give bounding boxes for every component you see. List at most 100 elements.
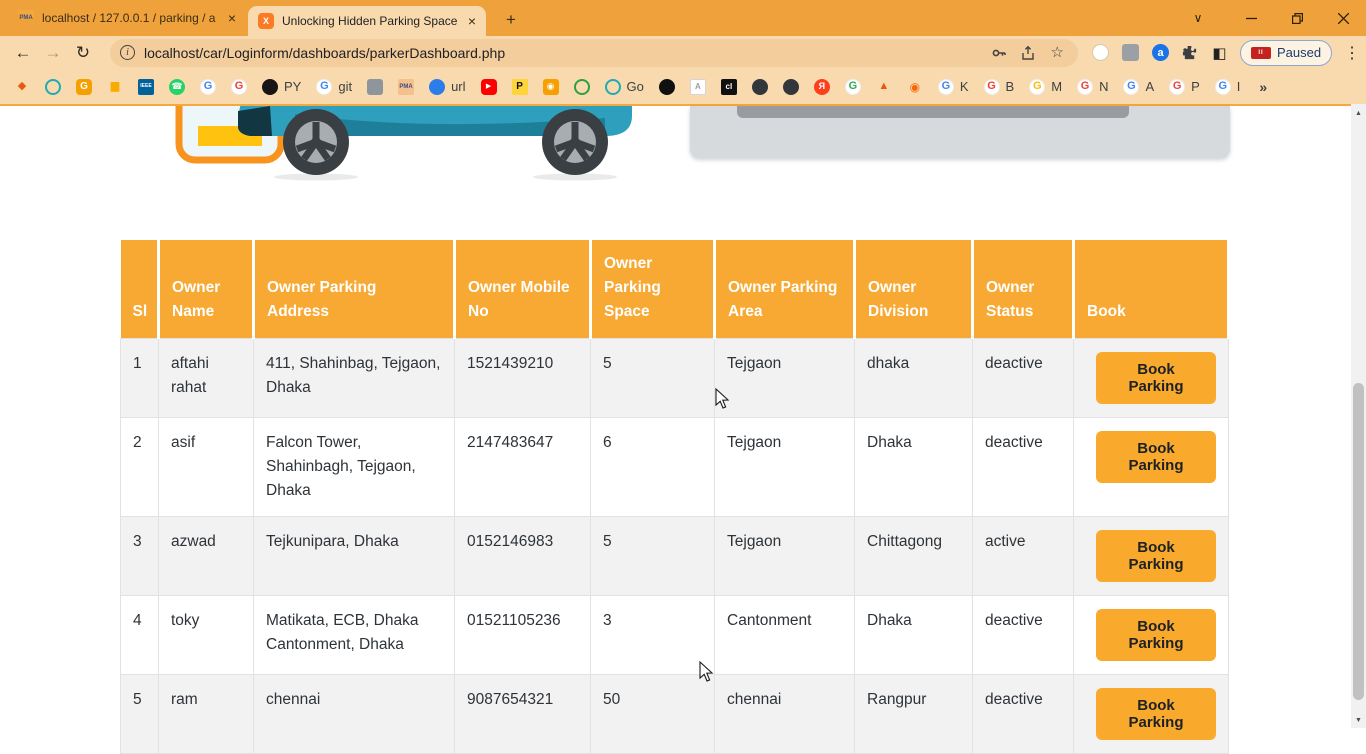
bookmark-item[interactable]: ◉	[543, 79, 559, 95]
back-icon[interactable]: ←	[8, 39, 38, 67]
tab-parking-dashboard[interactable]: X Unlocking Hidden Parking Space ×	[248, 6, 486, 36]
bookmark-favicon-icon: ◆	[14, 79, 30, 95]
forward-icon[interactable]: →	[38, 39, 68, 67]
bookmark-star-icon[interactable]: ☆	[1051, 45, 1064, 60]
book-parking-button[interactable]: Book Parking	[1096, 688, 1216, 740]
cell-status: deactive	[973, 418, 1074, 517]
extension-icon[interactable]	[1092, 44, 1109, 61]
scroll-down-icon[interactable]: ▼	[1351, 713, 1366, 728]
bookmark-item[interactable]: G M	[1029, 79, 1062, 95]
phpmyadmin-favicon-icon: PMA	[18, 10, 34, 26]
bookmark-item[interactable]: G	[76, 79, 92, 95]
page-scrollbar[interactable]: ▲ ▼	[1351, 104, 1366, 728]
reading-mode-icon[interactable]: ◧	[1211, 44, 1228, 61]
bookmark-item[interactable]: ☎	[169, 79, 185, 95]
bookmark-favicon-icon: G	[316, 79, 332, 95]
bookmark-item[interactable]: P	[512, 79, 528, 95]
cell-parking-address: chennai	[254, 675, 455, 754]
reload-icon[interactable]: ↻	[68, 39, 98, 67]
close-window-button[interactable]	[1320, 0, 1366, 36]
url-text[interactable]: localhost/car/Loginform/dashboards/parke…	[144, 45, 991, 61]
chrome-menu-kebab-icon[interactable]: ⋮	[1342, 43, 1362, 63]
cell-mobile-no: 0152146983	[455, 517, 591, 596]
bookmark-item[interactable]: cl	[721, 79, 737, 95]
bookmark-item[interactable]: G I	[1215, 79, 1241, 95]
cell-parking-address: 411, Shahinbag, Tejgaon, Dhaka	[254, 339, 455, 418]
site-info-icon[interactable]: i	[120, 45, 135, 60]
bookmark-item[interactable]: G	[200, 79, 216, 95]
tab-phpmyadmin[interactable]: PMA localhost / 127.0.0.1 / parking / a …	[8, 0, 246, 36]
bookmark-item[interactable]: ◉	[907, 79, 923, 95]
paused-extension-icon: II	[1251, 47, 1271, 59]
bookmark-favicon-icon: P	[512, 79, 528, 95]
book-parking-button[interactable]: Book Parking	[1096, 431, 1216, 483]
column-header: Book	[1074, 240, 1229, 339]
bookmark-item[interactable]: G A	[1123, 79, 1154, 95]
bookmark-item[interactable]: PMA	[398, 79, 414, 95]
bookmark-item[interactable]	[752, 79, 768, 95]
bookmark-item[interactable]: Go	[605, 79, 644, 95]
bookmark-favicon-icon	[659, 79, 675, 95]
cell-parking-address: Falcon Tower, Shahinbagh, Tejgaon, Dhaka	[254, 418, 455, 517]
bookmark-item[interactable]: G	[845, 79, 861, 95]
new-tab-button[interactable]: +	[498, 7, 524, 33]
cell-mobile-no: 1521439210	[455, 339, 591, 418]
bookmark-item[interactable]: G N	[1077, 79, 1108, 95]
bookmark-item[interactable]: G	[231, 79, 247, 95]
tab-close-icon[interactable]: ×	[228, 10, 236, 26]
tab-search-chevron-icon[interactable]: ∨	[1178, 0, 1218, 36]
cell-parking-area: chennai	[715, 675, 855, 754]
bookmark-item[interactable]: G P	[1169, 79, 1200, 95]
browser-titlebar: PMA localhost / 127.0.0.1 / parking / a …	[0, 0, 1366, 36]
bookmark-item[interactable]	[783, 79, 799, 95]
bookmark-item[interactable]: G git	[316, 79, 352, 95]
bookmark-favicon-icon: ◉	[543, 79, 559, 95]
share-icon[interactable]	[1021, 45, 1037, 61]
bookmark-label: P	[1191, 79, 1200, 94]
book-parking-button[interactable]: Book Parking	[1096, 530, 1216, 582]
bookmark-favicon-icon: G	[984, 79, 1000, 95]
bookmark-item[interactable]: Я	[814, 79, 830, 95]
bookmark-item[interactable]: IEEE	[138, 79, 154, 95]
bookmark-item[interactable]	[45, 79, 61, 95]
bookmark-item[interactable]: ▆	[107, 79, 123, 95]
book-parking-button[interactable]: Book Parking	[1096, 352, 1216, 404]
bookmark-favicon-icon: PMA	[398, 79, 414, 95]
bookmark-item[interactable]	[574, 79, 590, 95]
bookmark-item[interactable]: url	[429, 79, 465, 95]
extensions-puzzle-icon[interactable]	[1182, 45, 1198, 61]
browser-toolbar: ← → ↻ i localhost/car/Loginform/dashboar…	[0, 36, 1366, 69]
bookmark-item[interactable]: ▲	[876, 79, 892, 95]
bookmark-item[interactable]	[659, 79, 675, 95]
bookmark-favicon-icon: G	[1077, 79, 1093, 95]
scroll-up-icon[interactable]: ▲	[1351, 106, 1366, 121]
book-parking-button[interactable]: Book Parking	[1096, 609, 1216, 661]
bookmark-item[interactable]	[367, 79, 383, 95]
bookmark-favicon-icon	[45, 79, 61, 95]
restore-button[interactable]	[1274, 0, 1320, 36]
paused-extension-badge[interactable]: II Paused	[1240, 40, 1332, 66]
column-header: Owner Name	[159, 240, 254, 339]
bookmark-label: B	[1006, 79, 1015, 94]
page-content: Sl Owner Name Owner Parking Address Owne…	[0, 106, 1351, 728]
extension-icon[interactable]: a	[1152, 44, 1169, 61]
tab-close-icon[interactable]: ×	[468, 13, 476, 29]
bookmarks-overflow-icon[interactable]: »	[1259, 79, 1267, 95]
bookmark-favicon-icon: Я	[814, 79, 830, 95]
password-key-icon[interactable]	[991, 45, 1007, 61]
extension-icon[interactable]	[1122, 44, 1139, 61]
table-row: 1 aftahi rahat 411, Shahinbag, Tejgaon, …	[121, 339, 1229, 418]
bookmark-item[interactable]: G K	[938, 79, 969, 95]
bookmark-item[interactable]: ◆	[14, 79, 30, 95]
scrollbar-thumb[interactable]	[1353, 383, 1364, 700]
cell-status: active	[973, 517, 1074, 596]
bookmark-item[interactable]: G B	[984, 79, 1015, 95]
bookmark-item[interactable]: PY	[262, 79, 301, 95]
bookmark-item[interactable]: ▶	[481, 79, 497, 95]
column-header: Owner Parking Space	[591, 240, 715, 339]
address-bar[interactable]: i localhost/car/Loginform/dashboards/par…	[110, 39, 1078, 67]
tab-title: Unlocking Hidden Parking Space	[282, 14, 460, 28]
cell-parking-area: Tejgaon	[715, 418, 855, 517]
bookmark-item[interactable]: A	[690, 79, 706, 95]
minimize-button[interactable]	[1228, 0, 1274, 36]
